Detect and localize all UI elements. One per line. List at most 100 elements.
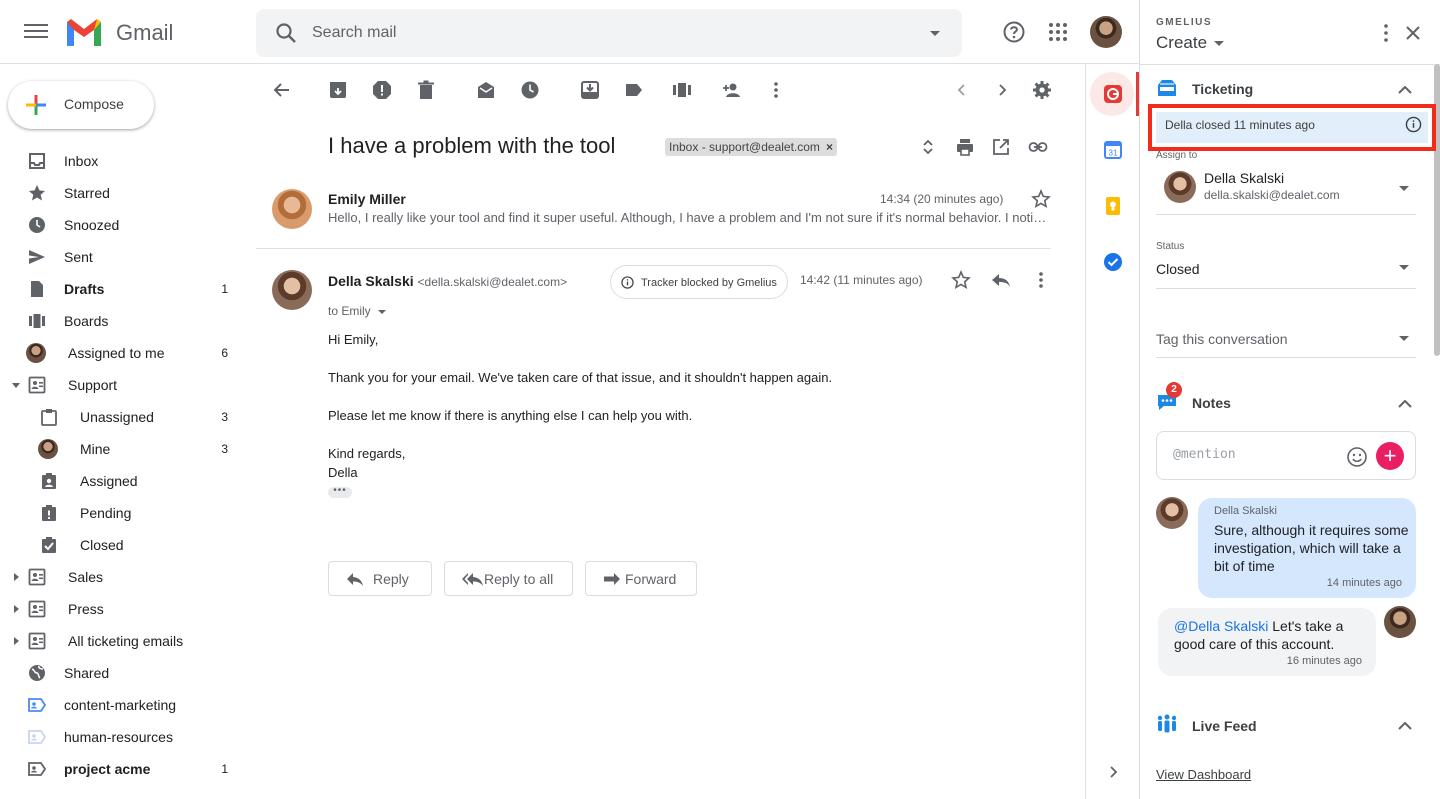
assign-person-add-icon[interactable] bbox=[722, 80, 742, 100]
board-icon[interactable] bbox=[672, 80, 692, 100]
nav-item-unassigned[interactable]: Unassigned 3 bbox=[0, 401, 256, 433]
nav-item-sent[interactable]: Sent bbox=[0, 241, 256, 273]
status-select[interactable]: Closed bbox=[1156, 261, 1200, 277]
forward-button[interactable]: Forward bbox=[585, 561, 697, 596]
tag-chevron-down-icon[interactable] bbox=[1399, 336, 1409, 341]
reply-arrow-icon[interactable] bbox=[990, 270, 1012, 290]
search-options-chevron-down-icon[interactable] bbox=[930, 31, 940, 36]
newer-chevron-left-icon[interactable] bbox=[952, 80, 972, 100]
sender-name[interactable]: Della Skalski <della.skalski@dealet.com> bbox=[328, 273, 567, 289]
tag-conversation-select[interactable]: Tag this conversation bbox=[1156, 331, 1288, 347]
snooze-clock-icon[interactable] bbox=[520, 80, 540, 100]
reply-button[interactable]: Reply bbox=[328, 561, 432, 596]
nav-item-sales[interactable]: Sales bbox=[0, 561, 256, 593]
assignee-chevron-down-icon[interactable] bbox=[1399, 186, 1409, 191]
collapse-notes-chevron-up-icon[interactable] bbox=[1398, 400, 1412, 408]
tracker-blocked-badge[interactable]: Tracker blocked by Gmelius bbox=[610, 265, 788, 299]
nav-item-assigned[interactable]: Assigned bbox=[0, 465, 256, 497]
sender-avatar[interactable] bbox=[272, 189, 312, 229]
nav-item-support[interactable]: Support bbox=[0, 369, 256, 401]
create-chevron-down-icon[interactable] bbox=[1214, 41, 1224, 46]
reply-all-button[interactable]: Reply to all bbox=[444, 561, 573, 596]
note-mention[interactable]: @Della Skalski bbox=[1174, 618, 1268, 634]
compose-button[interactable]: Compose bbox=[8, 81, 154, 129]
copy-link-icon[interactable] bbox=[1028, 137, 1048, 157]
help-icon[interactable] bbox=[1002, 20, 1026, 44]
open-new-window-icon[interactable] bbox=[991, 137, 1011, 157]
nav-item-mine[interactable]: Mine 3 bbox=[0, 433, 256, 465]
nav-item-human-resources[interactable]: human-resources bbox=[0, 721, 256, 753]
report-spam-icon[interactable] bbox=[372, 80, 392, 100]
collapse-ticketing-chevron-up-icon[interactable] bbox=[1398, 86, 1412, 94]
older-chevron-right-icon[interactable] bbox=[992, 80, 1012, 100]
account-avatar[interactable] bbox=[1090, 16, 1122, 48]
nav-label: project acme bbox=[64, 761, 151, 777]
search-input[interactable] bbox=[312, 21, 872, 45]
nav-item-assigned-to-me[interactable]: Assigned to me 6 bbox=[0, 337, 256, 369]
search-icon[interactable] bbox=[274, 21, 298, 45]
mark-unread-icon[interactable] bbox=[476, 80, 496, 100]
view-dashboard-link[interactable]: View Dashboard bbox=[1156, 767, 1251, 782]
expand-chevron-right-icon[interactable] bbox=[14, 637, 19, 645]
note-mention-input[interactable] bbox=[1173, 447, 1323, 462]
gmail-logo-icon[interactable] bbox=[64, 16, 104, 48]
keep-bulb-icon[interactable] bbox=[1103, 196, 1123, 216]
nav-item-all-ticketing-emails[interactable]: All ticketing emails bbox=[0, 625, 256, 657]
apps-grid-icon[interactable] bbox=[1046, 20, 1070, 44]
tasks-check-icon[interactable] bbox=[1103, 252, 1123, 272]
inbox-label-chip[interactable]: Inbox - support@dealet.com × bbox=[665, 138, 837, 156]
sender-name-text: Della Skalski bbox=[328, 273, 414, 289]
nav-item-boards[interactable]: Boards bbox=[0, 305, 256, 337]
collapse-chevron-down-icon[interactable] bbox=[12, 382, 20, 388]
nav-item-project-acme[interactable]: project acme 1 bbox=[0, 753, 256, 785]
emoji-icon[interactable] bbox=[1346, 446, 1368, 468]
panel-more-vert-icon[interactable] bbox=[1384, 24, 1388, 42]
nav-item-closed[interactable]: Closed bbox=[0, 529, 256, 561]
sender-avatar[interactable] bbox=[272, 270, 312, 310]
more-vert-icon[interactable] bbox=[1031, 270, 1051, 290]
move-to-inbox-icon[interactable] bbox=[580, 80, 600, 100]
settings-gear-icon[interactable] bbox=[1032, 80, 1052, 100]
nav-item-drafts[interactable]: Drafts 1 bbox=[0, 273, 256, 305]
nav-label: Shared bbox=[64, 665, 110, 681]
nav-item-snoozed[interactable]: Snoozed bbox=[0, 209, 256, 241]
expand-chevron-right-icon[interactable] bbox=[14, 605, 19, 613]
sender-name[interactable]: Emily Miller bbox=[328, 191, 406, 207]
message-body-line: Della bbox=[328, 465, 358, 480]
nav-item-starred[interactable]: Starred bbox=[0, 177, 256, 209]
status-chevron-down-icon[interactable] bbox=[1399, 265, 1409, 270]
main-menu-icon[interactable] bbox=[24, 20, 48, 44]
print-icon[interactable] bbox=[955, 137, 975, 157]
expand-chevron-right-icon[interactable] bbox=[14, 573, 19, 581]
recipients-line[interactable]: to Emily bbox=[328, 304, 387, 318]
nav-item-content-marketing[interactable]: content-marketing bbox=[0, 689, 256, 721]
create-menu[interactable]: Create bbox=[1156, 33, 1207, 53]
remove-label-close-icon[interactable]: × bbox=[826, 140, 833, 154]
add-note-button[interactable]: + bbox=[1376, 442, 1404, 470]
gmelius-icon[interactable] bbox=[1103, 84, 1123, 104]
more-vert-icon[interactable] bbox=[766, 80, 786, 100]
show-details-chevron-down-icon[interactable] bbox=[378, 309, 387, 314]
close-panel-icon[interactable] bbox=[1404, 24, 1422, 42]
search-bar[interactable] bbox=[256, 9, 962, 57]
ticketing-section-title[interactable]: Ticketing bbox=[1192, 81, 1253, 97]
nav-item-shared[interactable]: Shared bbox=[0, 657, 256, 689]
show-trimmed-content-button[interactable]: ••• bbox=[328, 486, 352, 498]
archive-icon[interactable] bbox=[328, 80, 348, 100]
star-icon[interactable] bbox=[1031, 189, 1051, 209]
nav-item-inbox[interactable]: Inbox bbox=[0, 145, 256, 177]
delete-trash-icon[interactable] bbox=[416, 80, 436, 100]
nav-item-press[interactable]: Press bbox=[0, 593, 256, 625]
star-icon[interactable] bbox=[951, 270, 971, 290]
message-snippet[interactable]: Hello, I really like your tool and find … bbox=[328, 210, 1050, 225]
nav-item-pending[interactable]: Pending bbox=[0, 497, 256, 529]
live-feed-section-title[interactable]: Live Feed bbox=[1192, 718, 1257, 734]
label-tag-icon[interactable] bbox=[624, 80, 644, 100]
notes-section-title[interactable]: Notes bbox=[1192, 395, 1231, 411]
collapse-live-feed-chevron-up-icon[interactable] bbox=[1398, 722, 1412, 730]
expand-collapse-icon[interactable] bbox=[918, 137, 938, 157]
back-arrow-icon[interactable] bbox=[272, 80, 292, 100]
calendar-icon[interactable]: 31 bbox=[1103, 140, 1123, 160]
expand-panel-chevron-right-icon[interactable] bbox=[1103, 762, 1123, 782]
status-info-icon[interactable] bbox=[1405, 116, 1422, 133]
